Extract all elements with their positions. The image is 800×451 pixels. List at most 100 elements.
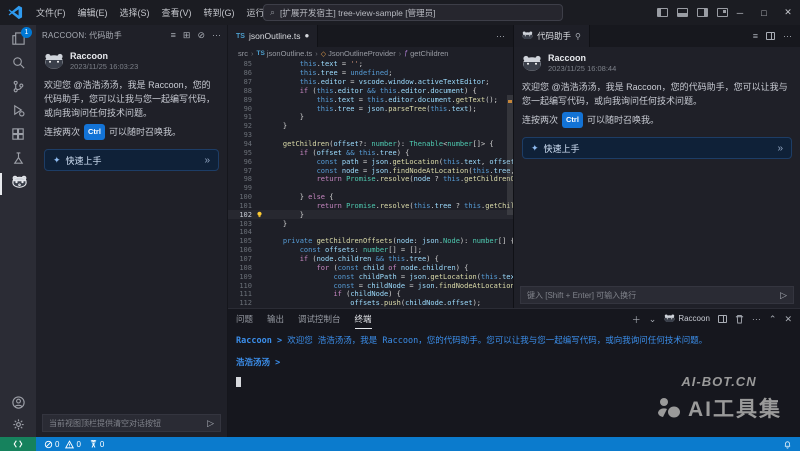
- vscode-logo-icon: [8, 5, 23, 20]
- command-center-search[interactable]: ⌕ [扩展开发宿主] tree-view-sample [管理员]: [263, 4, 563, 21]
- code-line[interactable]: 89 this.text = this.editor.document.getT…: [228, 95, 513, 104]
- terminal-profile[interactable]: Raccoon: [664, 314, 710, 325]
- panel-tab-0[interactable]: 问题: [236, 309, 253, 329]
- code-line[interactable]: 109 const childPath = json.getLocation(t…: [228, 272, 513, 281]
- code-line[interactable]: 106 const offsets: number[] = [];: [228, 246, 513, 255]
- code-line[interactable]: 112 offsets.push(childNode.offset);: [228, 299, 513, 308]
- panel-tab-1[interactable]: 输出: [267, 309, 284, 329]
- clear-chat-icon[interactable]: ⊘: [197, 30, 205, 41]
- tab-jsonoutline[interactable]: TS jsonOutline.ts ●: [228, 25, 318, 47]
- account-button[interactable]: [0, 391, 36, 413]
- code-line[interactable]: 85 this.text = '';: [228, 60, 513, 69]
- sidebar-item-explorer[interactable]: 1: [0, 27, 36, 49]
- toggle-sidebar-icon[interactable]: [657, 8, 668, 17]
- line-number: 94: [228, 140, 252, 148]
- pin-icon[interactable]: ⚲: [575, 32, 581, 41]
- problems-status[interactable]: 0 0: [44, 440, 81, 449]
- code-line[interactable]: 110 const = childNode = json.findNodeAtL…: [228, 281, 513, 290]
- ctrl-key-badge: Ctrl: [562, 112, 583, 128]
- sidebar-item-testing[interactable]: [0, 147, 36, 169]
- code-line[interactable]: 93: [228, 131, 513, 140]
- history-icon[interactable]: ≡: [171, 30, 176, 41]
- tab-assistant[interactable]: 代码助手 ⚲: [514, 25, 590, 47]
- ports-status[interactable]: 0: [89, 440, 104, 449]
- maximize-button[interactable]: □: [752, 0, 776, 25]
- new-terminal-icon[interactable]: ＋: [632, 313, 641, 326]
- bottom-panel: 问题输出调试控制台终端 ＋ ⌄ Raccoon ··· ⌃ ✕ Raccoon …: [228, 308, 800, 437]
- toggle-panel-icon[interactable]: [677, 8, 688, 17]
- sidebar-item-run-debug[interactable]: [0, 99, 36, 121]
- terminal[interactable]: Raccoon > 欢迎您 浩浩汤汤，我是 Raccoon，您的代码助手。您可以…: [228, 329, 800, 376]
- trash-icon[interactable]: [735, 314, 744, 324]
- code-line[interactable]: 99: [228, 184, 513, 193]
- code-line[interactable]: 91 }: [228, 113, 513, 122]
- split-editor-icon[interactable]: [766, 32, 775, 40]
- lightbulb-icon[interactable]: [252, 211, 266, 218]
- code-editor[interactable]: 85 this.text = '';86 this.tree = undefin…: [228, 60, 513, 308]
- split-terminal-icon[interactable]: [718, 315, 727, 323]
- assistant-chat-input[interactable]: 键入 [Shift + Enter] 可输入换行 ▷: [520, 286, 794, 304]
- more-actions-icon[interactable]: ···: [752, 314, 761, 324]
- menu-item-3[interactable]: 查看(V): [156, 3, 198, 22]
- code-line[interactable]: 104: [228, 228, 513, 237]
- code-line[interactable]: 98 return Promise.resolve(node ? this.ge…: [228, 175, 513, 184]
- send-icon[interactable]: ▷: [207, 418, 214, 429]
- menu-item-2[interactable]: 选择(S): [114, 3, 156, 22]
- new-chat-icon[interactable]: ⊞: [183, 30, 191, 41]
- code-text: return Promise.resolve(node ? this.getCh…: [266, 175, 513, 183]
- sidebar-item-source-control[interactable]: [0, 75, 36, 97]
- toggle-secondary-sidebar-icon[interactable]: [697, 8, 708, 17]
- maximize-panel-icon[interactable]: ⌃: [769, 314, 777, 325]
- list-icon[interactable]: ≡: [753, 31, 758, 41]
- menu-item-4[interactable]: 转到(G): [198, 3, 241, 22]
- code-line[interactable]: 86 this.tree = undefined;: [228, 69, 513, 78]
- sidebar-item-extensions[interactable]: [0, 123, 36, 145]
- code-line[interactable]: 97 const node = json.findNodeAtLocation(…: [228, 166, 513, 175]
- customize-layout-icon[interactable]: [717, 8, 728, 17]
- code-line[interactable]: 94 getChildren(offset?: number): Thenabl…: [228, 140, 513, 149]
- breadcrumb-item[interactable]: ◇JsonOutlineProvider: [321, 49, 396, 58]
- settings-button[interactable]: [0, 413, 36, 435]
- more-icon[interactable]: ···: [212, 30, 221, 41]
- sidebar-chat-input[interactable]: 当前视图顶栏提供清空对话按钮 ▷: [42, 414, 221, 432]
- code-line[interactable]: 105 private getChildrenOffsets(node: jso…: [228, 237, 513, 246]
- quick-start-button[interactable]: ✦ 快速上手 »: [44, 149, 219, 171]
- chevron-down-icon[interactable]: ⌄: [649, 314, 657, 325]
- minimize-button[interactable]: ─: [728, 0, 752, 25]
- sidebar-item-raccoon[interactable]: [0, 173, 36, 195]
- editor-scrollbar[interactable]: [507, 95, 513, 215]
- line-number: 92: [228, 122, 252, 130]
- code-line[interactable]: 90 this.tree = json.parseTree(this.text)…: [228, 104, 513, 113]
- menu-item-1[interactable]: 编辑(E): [72, 3, 114, 22]
- code-line[interactable]: 88 if (this.editor && this.editor.docume…: [228, 87, 513, 96]
- breadcrumb-item[interactable]: src: [238, 49, 248, 58]
- panel-tab-3[interactable]: 终端: [355, 309, 372, 329]
- code-line[interactable]: 87 this.editor = vscode.window.activeTex…: [228, 78, 513, 87]
- code-line[interactable]: 102 }: [228, 210, 513, 219]
- remote-indicator[interactable]: [0, 437, 36, 451]
- more-actions-icon[interactable]: ···: [783, 31, 792, 41]
- menu-item-0[interactable]: 文件(F): [30, 3, 72, 22]
- close-button[interactable]: ✕: [776, 0, 800, 25]
- code-line[interactable]: 108 for (const child of node.children) {: [228, 263, 513, 272]
- send-icon[interactable]: ▷: [780, 290, 787, 301]
- code-line[interactable]: 111 if (childNode) {: [228, 290, 513, 299]
- breadcrumb-item[interactable]: ƒgetChildren: [404, 49, 448, 58]
- quick-start-button[interactable]: ✦ 快速上手 »: [522, 137, 792, 159]
- panel-tab-2[interactable]: 调试控制台: [298, 309, 341, 329]
- more-actions-icon[interactable]: ···: [496, 31, 505, 41]
- code-line[interactable]: 101 return Promise.resolve(this.tree ? t…: [228, 202, 513, 211]
- notifications-button[interactable]: [783, 439, 792, 449]
- panel-header: 问题输出调试控制台终端 ＋ ⌄ Raccoon ··· ⌃ ✕: [228, 309, 800, 329]
- line-number: 108: [228, 264, 252, 272]
- code-text: if (node.children && this.tree) {: [266, 255, 513, 263]
- code-line[interactable]: 100 } else {: [228, 193, 513, 202]
- close-panel-icon[interactable]: ✕: [784, 314, 792, 325]
- sidebar-item-search[interactable]: [0, 51, 36, 73]
- code-line[interactable]: 96 const path = json.getLocation(this.te…: [228, 157, 513, 166]
- code-line[interactable]: 95 if (offset && this.tree) {: [228, 148, 513, 157]
- code-line[interactable]: 92 }: [228, 122, 513, 131]
- code-line[interactable]: 103 }: [228, 219, 513, 228]
- code-line[interactable]: 107 if (node.children && this.tree) {: [228, 255, 513, 264]
- breadcrumb-item[interactable]: TSjsonOutline.ts: [257, 49, 313, 58]
